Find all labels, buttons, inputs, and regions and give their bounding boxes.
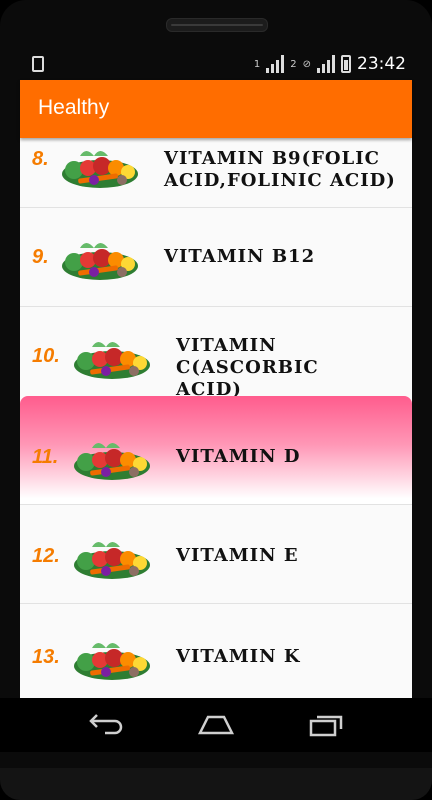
vegetables-icon xyxy=(74,342,150,379)
list-item[interactable]: 13. VITAMIN K xyxy=(20,604,412,698)
data-off-icon: ⊘ xyxy=(302,58,311,70)
phone-frame: 1 2 ⊘ 23:42 Healthy 8. VITAMIN B9(FOLIC … xyxy=(0,0,432,800)
sim1-label: 1 xyxy=(253,58,261,70)
list-item[interactable]: 10. VITAMIN C(ASCORBIC ACID) xyxy=(20,307,412,406)
vitamin-list[interactable]: 8. VITAMIN B9(FOLIC ACID,FOLINIC ACID) 9… xyxy=(20,138,412,698)
item-label: VITAMIN D xyxy=(176,446,301,467)
item-label: VITAMIN K xyxy=(176,646,301,667)
list-item[interactable]: 8. VITAMIN B9(FOLIC ACID,FOLINIC ACID) xyxy=(20,138,412,208)
status-bar: 1 2 ⊘ 23:42 xyxy=(20,50,412,80)
app-title: Healthy xyxy=(38,96,110,119)
home-icon[interactable] xyxy=(196,710,236,740)
navigation-bar xyxy=(0,698,432,752)
item-label-line: VITAMIN C(ASCORBIC xyxy=(176,335,319,378)
item-label: VITAMIN E xyxy=(176,545,299,566)
item-number: 8. xyxy=(32,148,49,170)
item-label: VITAMIN C(ASCORBIC ACID) xyxy=(176,335,412,401)
list-item[interactable]: 12. VITAMIN E xyxy=(20,505,412,604)
list-item[interactable]: 9. VITAMIN B12 xyxy=(20,208,412,307)
phone-chin xyxy=(0,768,432,800)
clock: 23:42 xyxy=(357,54,406,74)
item-number: 9. xyxy=(32,246,49,268)
battery-icon xyxy=(341,55,351,73)
earpiece-speaker xyxy=(166,18,268,32)
item-label-line: VITAMIN B9(FOLIC xyxy=(164,148,380,169)
vegetables-icon xyxy=(62,243,138,280)
recent-apps-icon[interactable] xyxy=(306,710,346,740)
sim-card-icon xyxy=(32,56,44,72)
vegetables-icon xyxy=(62,151,138,188)
back-arrow-icon[interactable] xyxy=(86,710,126,740)
item-number: 11. xyxy=(32,446,59,468)
vegetables-icon xyxy=(74,542,150,579)
item-label: VITAMIN B12 xyxy=(164,246,316,267)
vegetables-icon xyxy=(74,643,150,680)
vegetables-icon xyxy=(74,443,150,480)
item-number: 13. xyxy=(32,646,60,668)
list-item-selected[interactable]: 11. VITAMIN D xyxy=(20,396,412,505)
signal-strength-icon xyxy=(317,55,335,73)
item-number: 10. xyxy=(32,345,60,367)
sim2-label: 2 xyxy=(290,58,297,70)
app-bar: Healthy xyxy=(20,80,412,138)
item-label-line: ACID,FOLINIC ACID) xyxy=(164,170,396,191)
item-label: VITAMIN B9(FOLIC ACID,FOLINIC ACID) xyxy=(164,148,396,192)
item-number: 12. xyxy=(32,545,60,567)
signal-strength-icon xyxy=(266,55,285,73)
